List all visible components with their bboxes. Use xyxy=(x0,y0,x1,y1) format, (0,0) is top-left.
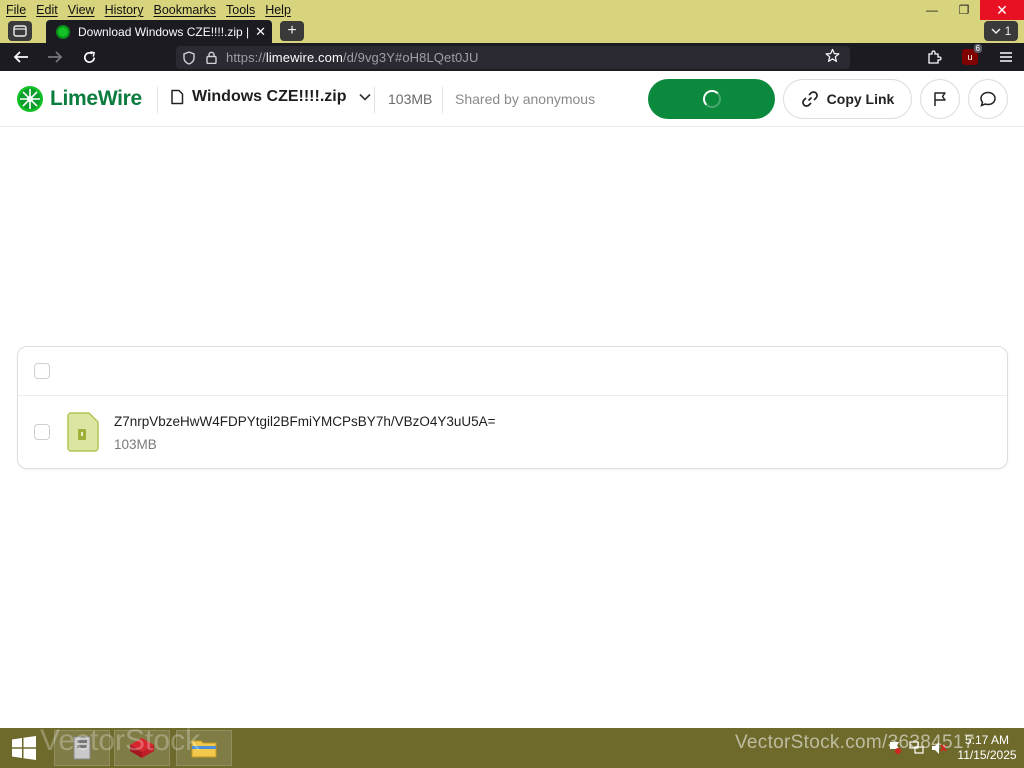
file-list-header xyxy=(18,347,1007,396)
menu-help[interactable]: Help xyxy=(265,3,291,17)
file-list-card: Z7nrpVbzeHwW4FDPYtgil2BFmiYMCPsBY7h/VBzO… xyxy=(17,346,1008,469)
menu-history[interactable]: History xyxy=(105,3,144,17)
toolbar-right: u 6 xyxy=(916,43,1024,71)
chat-bubble-icon xyxy=(980,91,996,107)
window-controls: — ❐ ✕ xyxy=(916,0,1024,20)
chevron-down-icon xyxy=(358,93,371,101)
lock-icon[interactable] xyxy=(200,51,222,64)
menu-file[interactable]: File xyxy=(6,3,26,17)
window-list-icon xyxy=(13,25,27,37)
archive-file-icon xyxy=(67,412,99,452)
report-button[interactable] xyxy=(920,79,960,119)
shared-by-text: Shared by anonymous xyxy=(455,91,596,107)
tracking-protection-shield-icon[interactable] xyxy=(178,50,200,65)
divider xyxy=(157,87,158,113)
file-icon xyxy=(171,89,184,105)
limewire-header: LimeWire Windows CZE!!!!.zip 103MB Share… xyxy=(0,71,1024,127)
select-all-checkbox[interactable] xyxy=(34,363,50,379)
address-bar[interactable]: https://limewire.com/d/9vg3Y#oH8LQet0JU xyxy=(176,46,850,69)
limewire-logo-icon xyxy=(17,86,43,112)
app-menu-button[interactable] xyxy=(988,43,1024,71)
close-tab-icon[interactable]: ✕ xyxy=(255,24,266,40)
extensions-button[interactable] xyxy=(916,43,952,71)
tab-title: Download Windows CZE!!!!.zip | xyxy=(78,24,250,39)
minimize-button[interactable]: — xyxy=(916,0,948,20)
tab-limewire[interactable]: Download Windows CZE!!!!.zip | ✕ xyxy=(46,20,272,43)
url-path: /d/9vg3Y#oH8LQet0JU xyxy=(342,50,479,65)
menu-bookmarks[interactable]: Bookmarks xyxy=(153,3,216,17)
loading-spinner-icon xyxy=(702,90,721,108)
url-text: https://limewire.com/d/9vg3Y#oH8LQet0JU xyxy=(226,50,478,65)
divider xyxy=(442,87,443,113)
tab-overview-button[interactable] xyxy=(8,21,32,41)
menu-bar: File Edit View History Bookmarks Tools H… xyxy=(0,0,1024,20)
blocked-count-badge: 6 xyxy=(973,44,982,53)
divider xyxy=(374,87,375,113)
forward-button[interactable] xyxy=(38,43,72,71)
back-arrow-icon xyxy=(13,51,28,63)
list-all-tabs-button[interactable]: 1 xyxy=(984,21,1018,41)
watermark: VectorStock.com/36384517 xyxy=(735,732,975,753)
file-title-dropdown[interactable]: Windows CZE!!!!.zip xyxy=(170,88,371,106)
file-item-size: 103MB xyxy=(114,437,157,452)
download-button[interactable] xyxy=(648,79,775,119)
tab-strip: Download Windows CZE!!!!.zip | ✕ + 1 xyxy=(0,20,1024,43)
copy-link-button[interactable]: Copy Link xyxy=(783,79,912,119)
brand-name: LimeWire xyxy=(50,87,142,110)
file-size: 103MB xyxy=(388,91,433,107)
close-window-button[interactable]: ✕ xyxy=(980,0,1024,20)
url-domain: limewire.com xyxy=(265,50,343,65)
reload-icon xyxy=(83,50,95,63)
reload-button[interactable] xyxy=(72,43,106,71)
tab-count: 1 xyxy=(1004,24,1012,38)
ublock-extension-button[interactable]: u 6 xyxy=(952,43,988,71)
link-icon xyxy=(801,91,818,107)
navigation-toolbar: https://limewire.com/d/9vg3Y#oH8LQet0JU … xyxy=(0,43,1024,71)
menu-view[interactable]: View xyxy=(68,3,95,17)
bookmark-star-icon[interactable] xyxy=(825,48,840,67)
flag-icon xyxy=(934,92,946,106)
chevron-down-icon xyxy=(991,28,1001,35)
new-tab-button[interactable]: + xyxy=(280,21,304,41)
menu-tools[interactable]: Tools xyxy=(226,3,255,17)
back-button[interactable] xyxy=(4,43,38,71)
restore-button[interactable]: ❐ xyxy=(948,0,980,20)
file-name: Windows CZE!!!!.zip xyxy=(192,88,347,105)
file-item-name[interactable]: Z7nrpVbzeHwW4FDPYtgil2BFmiYMCPsBY7h/VBzO… xyxy=(114,414,496,429)
puzzle-piece-icon xyxy=(928,50,942,64)
watermark-logo: VectorStock xyxy=(40,724,201,757)
windows-logo-icon xyxy=(12,736,36,760)
menu-edit[interactable]: Edit xyxy=(36,3,58,17)
copy-link-label: Copy Link xyxy=(826,91,895,107)
url-prefix: https:// xyxy=(226,50,266,65)
feedback-button[interactable] xyxy=(968,79,1008,119)
hamburger-menu-icon xyxy=(1000,52,1012,62)
file-item-checkbox[interactable] xyxy=(34,424,50,440)
menu-list: File Edit View History Bookmarks Tools H… xyxy=(0,3,291,17)
limewire-favicon-icon xyxy=(56,24,70,39)
forward-arrow-icon xyxy=(48,51,63,63)
limewire-brand[interactable]: LimeWire xyxy=(16,85,142,113)
